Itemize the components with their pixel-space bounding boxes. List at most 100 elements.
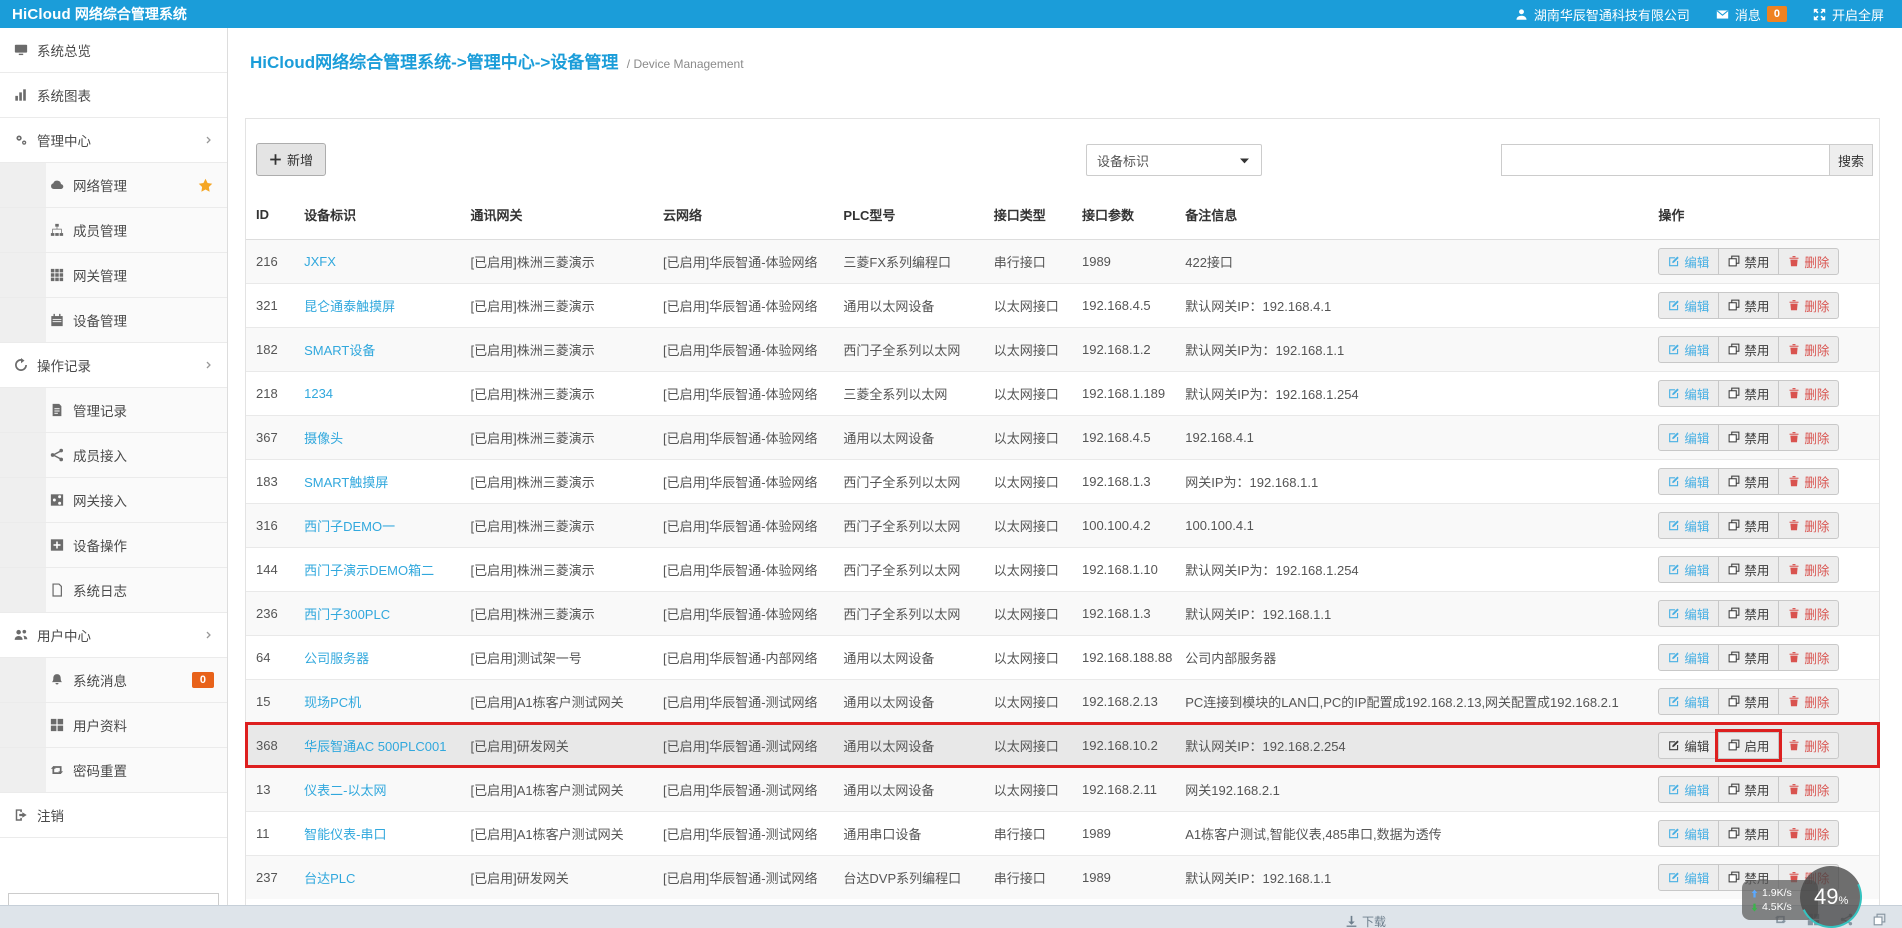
cell-cloud: [已启用]华辰智通-体验网络 xyxy=(652,326,834,371)
device-link[interactable]: 智能仪表-串口 xyxy=(304,827,386,842)
disable-button[interactable]: 禁用 xyxy=(1718,247,1780,275)
delete-button[interactable]: 删除 xyxy=(1778,467,1840,495)
delete-button[interactable]: 删除 xyxy=(1778,687,1840,715)
device-link[interactable]: 西门子演示DEMO箱二 xyxy=(304,563,434,578)
delete-button[interactable]: 删除 xyxy=(1778,599,1840,627)
delete-button[interactable]: 删除 xyxy=(1778,379,1840,407)
device-link[interactable]: 现场PC机 xyxy=(304,695,361,710)
cell-actions: 编辑禁用删除 xyxy=(1648,634,1879,679)
messages-menu[interactable]: 消息 0 xyxy=(1716,5,1787,24)
sidebar-item-device-operations[interactable]: 设备操作 xyxy=(0,523,227,568)
sidebar-item-management-records[interactable]: 管理记录 xyxy=(0,388,227,433)
delete-button[interactable]: 删除 xyxy=(1778,291,1840,319)
disable-button[interactable]: 禁用 xyxy=(1718,687,1780,715)
disable-button[interactable]: 禁用 xyxy=(1718,599,1780,627)
sidebar-item-system-messages[interactable]: 系统消息 0 xyxy=(0,658,227,703)
disable-button[interactable]: 禁用 xyxy=(1718,775,1780,803)
search-input[interactable] xyxy=(1501,144,1829,176)
sidebar-item-network-management[interactable]: 网络管理 xyxy=(0,163,227,208)
sidebar-item-logout[interactable]: 注销 xyxy=(0,793,227,838)
disable-button[interactable]: 禁用 xyxy=(1718,555,1780,583)
search-field-selected: 设备标识 xyxy=(1097,153,1150,169)
device-link[interactable]: 西门子DEMO一 xyxy=(304,519,395,534)
edit-button[interactable]: 编辑 xyxy=(1658,291,1720,319)
edit-button[interactable]: 编辑 xyxy=(1658,643,1720,671)
clone-icon xyxy=(1728,827,1740,839)
delete-button[interactable]: 删除 xyxy=(1778,423,1840,451)
add-device-button[interactable]: 新增 xyxy=(256,143,327,176)
sidebar-item-user-center[interactable]: 用户中心 xyxy=(0,613,227,658)
cell-plc: 三菱FX系列编程口 xyxy=(833,238,984,283)
device-link[interactable]: 摄像头 xyxy=(304,431,343,446)
edit-button[interactable]: 编辑 xyxy=(1658,511,1720,539)
sidebar-item-gateway-management[interactable]: 网关管理 xyxy=(0,253,227,298)
edit-button[interactable]: 编辑 xyxy=(1658,335,1720,363)
disable-button[interactable]: 禁用 xyxy=(1718,511,1780,539)
device-link[interactable]: SMART设备 xyxy=(304,343,375,358)
device-link[interactable]: 公司服务器 xyxy=(304,651,369,666)
edit-button[interactable]: 编辑 xyxy=(1658,379,1720,407)
trash-icon xyxy=(1788,387,1800,399)
delete-button[interactable]: 删除 xyxy=(1778,511,1840,539)
edit-button[interactable]: 编辑 xyxy=(1658,775,1720,803)
device-link[interactable]: SMART触摸屏 xyxy=(304,475,388,490)
delete-button[interactable]: 删除 xyxy=(1778,555,1840,583)
disable-button[interactable]: 禁用 xyxy=(1718,643,1780,671)
sidebar-item-system-charts[interactable]: 系统图表 xyxy=(0,73,227,118)
sidebar-item-management-center[interactable]: 管理中心 xyxy=(0,118,227,163)
delete-button[interactable]: 删除 xyxy=(1778,731,1840,759)
fullscreen-toggle[interactable]: 开启全屏 xyxy=(1813,5,1884,24)
cell-name: 1234 xyxy=(294,370,461,415)
disable-button[interactable]: 禁用 xyxy=(1718,423,1780,451)
delete-button[interactable]: 删除 xyxy=(1778,643,1840,671)
edit-button[interactable]: 编辑 xyxy=(1658,423,1720,451)
table-row: 11 智能仪表-串口 [已启用]A1栋客户测试网关 [已启用]华辰智通-测试网络 通用串… xyxy=(246,810,1879,855)
browser-download-button[interactable]: 下载 xyxy=(1345,913,1386,928)
company-account-menu[interactable]: 湖南华辰智通科技有限公司 xyxy=(1515,5,1690,24)
delete-button[interactable]: 删除 xyxy=(1778,335,1840,363)
delete-button[interactable]: 删除 xyxy=(1778,247,1840,275)
device-link[interactable]: 台达PLC xyxy=(304,871,355,886)
sidebar-item-operation-logs[interactable]: 操作记录 xyxy=(0,343,227,388)
device-link[interactable]: JXFX xyxy=(304,254,336,269)
brand-subtitle: 网络综合管理系统 xyxy=(74,6,187,22)
delete-button[interactable]: 删除 xyxy=(1778,819,1840,847)
disable-button[interactable]: 禁用 xyxy=(1718,467,1780,495)
edit-button[interactable]: 编辑 xyxy=(1658,247,1720,275)
edit-button[interactable]: 编辑 xyxy=(1658,467,1720,495)
search-field-select[interactable]: 设备标识 xyxy=(1086,144,1262,176)
delete-button[interactable]: 删除 xyxy=(1778,775,1840,803)
sidebar-item-device-management[interactable]: 设备管理 xyxy=(0,298,227,343)
disable-button[interactable]: 禁用 xyxy=(1718,291,1780,319)
edit-button[interactable]: 编辑 xyxy=(1658,555,1720,583)
sidebar-item-label: 系统日志 xyxy=(73,584,127,599)
device-link[interactable]: 1234 xyxy=(304,386,333,401)
search-button[interactable]: 搜索 xyxy=(1829,144,1873,176)
sidebar-item-member-access[interactable]: 成员接入 xyxy=(0,433,227,478)
device-link[interactable]: 昆仑通泰触摸屏 xyxy=(304,299,395,314)
star-icon[interactable] xyxy=(198,178,213,193)
sidebar-item-password-reset[interactable]: 密码重置 xyxy=(0,748,227,793)
disable-button[interactable]: 禁用 xyxy=(1718,379,1780,407)
sidebar-item-system-overview[interactable]: 系统总览 xyxy=(0,28,227,73)
enable-button[interactable]: 启用 xyxy=(1718,731,1780,759)
edit-button[interactable]: 编辑 xyxy=(1658,599,1720,627)
chevron-right-icon xyxy=(204,360,214,370)
cell-cloud: [已启用]华辰智通-体验网络 xyxy=(652,238,834,283)
device-link[interactable]: 仪表二-以太网 xyxy=(304,783,386,798)
device-link[interactable]: 华辰智通AC 500PLC001 xyxy=(304,739,446,754)
sidebar-item-gateway-access[interactable]: 网关接入 xyxy=(0,478,227,523)
edit-button[interactable]: 编辑 xyxy=(1658,687,1720,715)
edit-button[interactable]: 编辑 xyxy=(1658,731,1720,759)
edit-button[interactable]: 编辑 xyxy=(1658,863,1720,891)
sidebar-item-member-management[interactable]: 成员管理 xyxy=(0,208,227,253)
disable-button[interactable]: 禁用 xyxy=(1718,819,1780,847)
device-link[interactable]: 西门子300PLC xyxy=(304,607,390,622)
sidebar-item-user-profile[interactable]: 用户资料 xyxy=(0,703,227,748)
disable-button[interactable]: 禁用 xyxy=(1718,335,1780,363)
sidebar-item-system-logs[interactable]: 系统日志 xyxy=(0,568,227,613)
edit-button[interactable]: 编辑 xyxy=(1658,819,1720,847)
cell-name: 西门子300PLC xyxy=(294,590,461,635)
cell-gateway: [已启用]测试架一号 xyxy=(460,634,653,679)
browser-toolbar-icon[interactable] xyxy=(1873,913,1886,926)
